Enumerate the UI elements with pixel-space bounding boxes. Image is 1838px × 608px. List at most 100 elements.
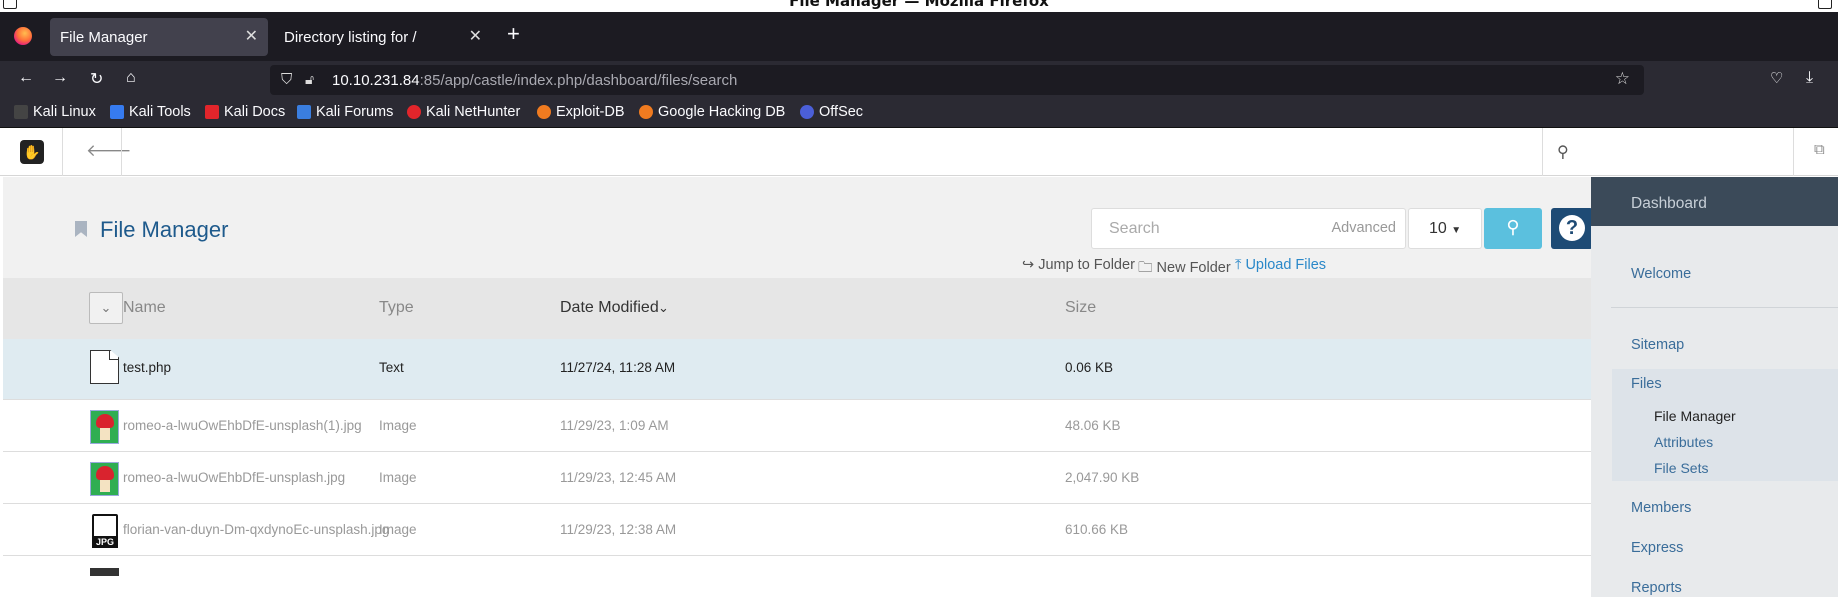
help-button[interactable]: ? [1551,208,1593,249]
ghdb-icon [639,105,653,119]
url-text[interactable]: 10.10.231.84:85/app/castle/index.php/das… [332,72,737,89]
offsec-icon [800,105,814,119]
bookmark-offsec[interactable]: OffSec [800,104,863,120]
file-size: 2,047.90 KB [1065,470,1140,485]
divider [121,128,122,176]
divider [62,128,63,176]
bookmark-label: Kali Linux [33,104,96,120]
file-size: 0.06 KB [1065,360,1114,375]
bookmark-google-hacking-db[interactable]: Google Hacking DB [639,104,785,120]
file-name[interactable]: test.php [123,360,171,375]
page-title: File Manager [100,217,229,242]
bookmark-exploit-db[interactable]: Exploit-DB [537,104,625,120]
new-folder-label: New Folder [1156,260,1231,276]
bookmark-label: OffSec [819,104,864,120]
navigation-bar: ← → ↻ ⌂ ⛉ 🔓︎ 10.10.231.84:85/app/castle/… [0,61,1838,98]
image-thumbnail [90,410,119,444]
window-titlebar: File Manager — Mozilla Firefox [0,0,1838,12]
file-name[interactable]: romeo-a-lwuOwEhbDfE-unsplash.jpg [123,470,345,485]
file-date: 11/29/23, 1:09 AM [560,418,669,433]
downloads-icon[interactable]: ⤓ [1806,69,1813,87]
sidebar-item-welcome[interactable]: Welcome [1631,266,1691,282]
advanced-search-link[interactable]: Advanced [1332,220,1397,236]
select-all-dropdown[interactable]: ⌄ [89,292,123,324]
search-placeholder: Search [1109,220,1160,237]
back-arrow-icon[interactable]: 🡐 [86,141,132,161]
bookmark-kali-nethunter[interactable]: Kali NetHunter [407,104,520,120]
back-icon[interactable]: ← [18,69,34,87]
divider [1793,128,1794,176]
toolbar-search-icon[interactable]: ⚲ [1557,142,1569,162]
jump-to-folder-button[interactable]: ↪ Jump to Folder [1022,257,1135,273]
sidebar-item-reports[interactable]: Reports [1631,580,1682,596]
file-name[interactable]: florian-van-duyn-Dm-qxdynoEc-unsplash.jp… [123,522,389,537]
lock-icon[interactable]: 🔓︎ [305,71,314,88]
file-date: 11/29/23, 12:45 AM [560,470,677,485]
column-size[interactable]: Size [1065,299,1096,317]
sidebar-item-sitemap[interactable]: Sitemap [1631,337,1684,353]
home-icon[interactable]: ⌂ [126,69,136,87]
sort-desc-icon[interactable]: ⌄ [658,300,669,316]
sidebar-sub-file-manager[interactable]: File Manager [1654,408,1736,424]
table-row[interactable]: romeo-a-lwuOwEhbDfE-unsplash.jpg Image 1… [3,452,1591,504]
shield-icon[interactable]: ⛉ [281,71,292,88]
tab-label: Directory listing for / [284,28,417,46]
column-date-modified[interactable]: Date Modified [560,299,659,317]
partial-file-icon [90,568,119,576]
forward-icon[interactable]: → [52,69,68,87]
bookmark-star-icon[interactable]: ☆ [1615,69,1630,89]
bookmark-label: Kali Tools [129,104,191,120]
new-tab-button[interactable]: + [507,21,520,47]
bookmark-kali-tools[interactable]: Kali Tools [110,104,191,120]
upload-files-button[interactable]: ⤒ Upload Files [1235,257,1326,273]
pocket-icon[interactable]: ♡ [1770,69,1783,87]
items-per-page-select[interactable]: 10 ▼ [1408,208,1482,249]
jump-label: Jump to Folder [1038,257,1135,273]
cms-toolbar: ✋ 🡐 ⚲ ⧉ [0,128,1838,176]
column-name[interactable]: Name [123,299,166,317]
table-row[interactable]: test.php Text 11/27/24, 11:28 AM 0.06 KB [3,339,1591,400]
tab-label: File Manager [60,28,148,46]
table-row[interactable]: romeo-a-lwuOwEhbDfE-unsplash(1).jpg Imag… [3,400,1591,452]
table-row[interactable]: JPG florian-van-duyn-Dm-qxdynoEc-unsplas… [3,504,1591,556]
bookmark-kali-forums[interactable]: Kali Forums [297,104,393,120]
bookmark-icon[interactable] [75,221,87,237]
window-maximize-icon[interactable] [1818,0,1832,9]
close-tab-icon[interactable]: ✕ [469,26,482,46]
intelligent-search-icon[interactable]: ⧉ [1814,141,1825,158]
upload-icon: ⤒ [1235,257,1242,273]
bookmark-label: Kali Forums [316,104,394,120]
dashboard-sidebar: Dashboard Welcome Sitemap Files File Man… [1591,177,1838,597]
sidebar-sub-attributes[interactable]: Attributes [1654,434,1713,450]
close-tab-icon[interactable]: ✕ [245,26,258,46]
table-row[interactable] [3,556,1591,608]
jpg-label: JPG [92,536,118,548]
file-type: Image [379,470,417,485]
tab-file-manager[interactable]: File Manager ✕ [50,18,268,56]
search-button[interactable]: ⚲ [1484,208,1542,249]
sidebar-item-express[interactable]: Express [1631,540,1683,556]
bookmark-kali-docs[interactable]: Kali Docs [205,104,285,120]
sidebar-item-files[interactable]: Files [1631,376,1662,392]
file-manager-main: File Manager Search Advanced 10 ▼ ⚲ ? ↪ … [3,177,1593,608]
firefox-icon[interactable] [14,27,32,45]
kali-docs-icon [205,105,219,119]
document-icon [90,350,119,384]
sidebar-header[interactable]: Dashboard [1591,177,1838,226]
search-input[interactable]: Search Advanced [1091,208,1406,249]
window-title: File Manager — Mozilla Firefox [789,0,1049,10]
bookmark-kali-linux[interactable]: Kali Linux [14,104,96,120]
jpg-file-icon: JPG [90,514,119,548]
sidebar-item-members[interactable]: Members [1631,500,1691,516]
file-name[interactable]: romeo-a-lwuOwEhbDfE-unsplash(1).jpg [123,418,362,433]
column-type[interactable]: Type [379,299,414,317]
sidebar-sub-file-sets[interactable]: File Sets [1654,460,1708,476]
cms-logo-icon[interactable]: ✋ [20,140,44,164]
nethunter-icon [407,105,421,119]
share-arrow-icon: ↪ [1022,257,1035,273]
reload-icon[interactable]: ↻ [90,69,103,89]
file-date: 11/29/23, 12:38 AM [560,522,677,537]
tab-directory-listing[interactable]: Directory listing for / ✕ [274,18,492,56]
bookmark-label: Google Hacking DB [658,104,786,120]
url-bar[interactable]: ⛉ 🔓︎ 10.10.231.84:85/app/castle/index.ph… [270,65,1644,95]
